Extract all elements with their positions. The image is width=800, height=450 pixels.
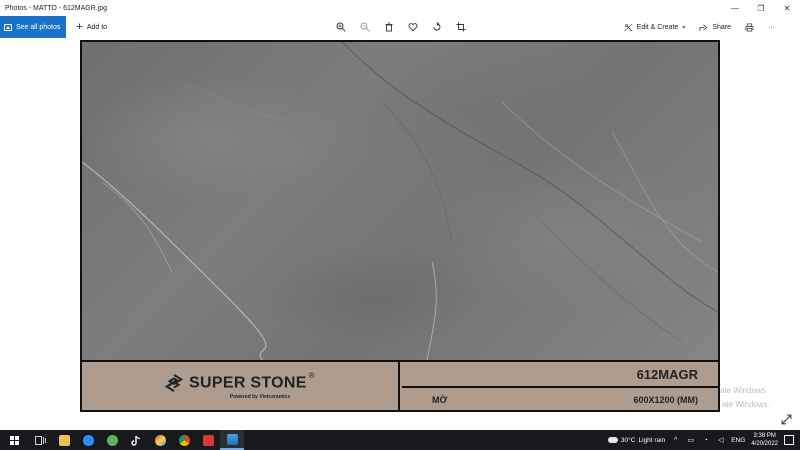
taskbar-zalo[interactable] — [76, 430, 100, 450]
taskbar-paint[interactable] — [148, 430, 172, 450]
add-to-button[interactable]: + Add to — [66, 20, 108, 33]
brand-panel: SUPER STONE ® Powered by Vietceramics — [82, 362, 400, 410]
brand-logo: SUPER STONE ® — [165, 371, 315, 393]
finish-label: MỜ — [432, 395, 448, 405]
plus-icon: + — [76, 20, 83, 33]
zoom-out-icon[interactable] — [358, 21, 371, 34]
title-bar: Photos - MATTO - 612MAGR.jpg — ❐ ✕ — [0, 0, 800, 16]
system-tray: 30°C Light rain ^ ▭ ◔ ◁ ENG 3:38 PM 4/20… — [607, 430, 800, 450]
taskbar-vietcom-app[interactable] — [196, 430, 220, 450]
start-button[interactable] — [0, 430, 28, 450]
taskbar-app-green[interactable] — [100, 430, 124, 450]
edit-create-label: Edit & Create — [636, 23, 679, 31]
zalo-icon — [82, 434, 94, 446]
clock-time: 3:38 PM — [753, 433, 776, 439]
activation-watermark-line1: ate Windows — [720, 386, 766, 395]
task-view-icon — [34, 435, 46, 445]
share-icon — [699, 23, 708, 31]
more-options-button[interactable]: ··· — [768, 24, 775, 31]
registered-mark: ® — [308, 371, 315, 381]
minimize-button[interactable]: — — [722, 0, 748, 16]
chevron-down-icon: ▾ — [682, 24, 686, 31]
crop-icon[interactable] — [454, 21, 467, 34]
cloud-rain-icon — [607, 437, 618, 443]
brand-tagline: Powered by Vietceramics — [229, 393, 291, 400]
network-icon[interactable]: ◔ — [701, 436, 710, 445]
brand-name: SUPER STONE ® — [189, 371, 315, 392]
share-label: Share — [712, 23, 731, 31]
folder-icon — [58, 434, 70, 446]
v-app-icon — [202, 434, 214, 446]
stone-veins — [82, 42, 718, 360]
weather-widget[interactable]: 30°C Light rain — [607, 436, 666, 444]
share-button[interactable]: Share — [699, 23, 731, 32]
fullscreen-icon[interactable] — [781, 412, 792, 425]
photos-app-icon — [226, 433, 238, 445]
window-title: Photos - MATTO - 612MAGR.jpg — [5, 4, 108, 12]
volume-icon[interactable]: ◁ — [716, 436, 725, 445]
weather-temp: 30°C — [620, 436, 636, 444]
right-tools: Edit & Create ▾ Share ··· — [624, 16, 775, 38]
more-icon: ··· — [768, 23, 775, 31]
battery-icon[interactable]: ▭ — [686, 436, 695, 445]
windows-logo-icon — [9, 435, 19, 445]
spec-panel: 612MAGR MỜ 600X1200 (MM) — [402, 362, 718, 410]
chrome-icon — [178, 434, 190, 446]
notification-icon[interactable] — [784, 435, 794, 445]
tiktok-icon — [131, 435, 141, 446]
activation-watermark-line2: ate Windows. — [722, 400, 771, 409]
green-app-icon — [106, 434, 118, 446]
edit-create-button[interactable]: Edit & Create ▾ — [624, 23, 686, 32]
favorite-icon[interactable] — [406, 21, 419, 34]
image-tools — [334, 16, 467, 38]
rotate-icon[interactable] — [430, 21, 443, 34]
taskbar-photos[interactable] — [220, 430, 244, 450]
maximize-button[interactable]: ❐ — [748, 0, 774, 16]
print-button[interactable] — [745, 23, 754, 32]
delete-icon[interactable] — [382, 21, 395, 34]
chevron-up-icon[interactable]: ^ — [671, 436, 680, 445]
photo-viewer: SUPER STONE ® Powered by Vietceramics 612… — [0, 38, 800, 430]
clock[interactable]: 3:38 PM 4/20/2022 — [751, 432, 778, 448]
weather-desc: Light rain — [638, 436, 666, 444]
taskbar-chrome[interactable] — [172, 430, 196, 450]
taskbar-file-explorer[interactable] — [52, 430, 76, 450]
see-all-photos-label: See all photos — [16, 23, 61, 31]
print-icon — [745, 23, 754, 31]
taskbar-tiktok[interactable] — [124, 430, 148, 450]
clock-date: 4/20/2022 — [751, 441, 778, 447]
close-button[interactable]: ✕ — [774, 0, 800, 16]
stone-texture — [82, 42, 718, 360]
add-to-label: Add to — [86, 23, 108, 31]
product-code: 612MAGR — [402, 362, 718, 388]
task-view-button[interactable] — [28, 430, 52, 450]
photos-icon — [4, 23, 12, 31]
zoom-in-icon[interactable] — [334, 21, 347, 34]
toolbar: See all photos + Add to Edit & Create ▾ — [0, 16, 800, 38]
edit-create-icon — [624, 23, 633, 31]
product-label: SUPER STONE ® Powered by Vietceramics 612… — [82, 360, 718, 410]
size-label: 600X1200 (MM) — [633, 395, 698, 405]
language-indicator[interactable]: ENG — [731, 437, 745, 444]
spec-row: MỜ 600X1200 (MM) — [402, 388, 718, 410]
super-stone-logo-icon — [165, 374, 184, 393]
taskbar: 30°C Light rain ^ ▭ ◔ ◁ ENG 3:38 PM 4/20… — [0, 430, 800, 450]
paint-icon — [154, 434, 166, 446]
photo-image[interactable]: SUPER STONE ® Powered by Vietceramics 612… — [80, 40, 720, 412]
see-all-photos-button[interactable]: See all photos — [0, 16, 67, 38]
